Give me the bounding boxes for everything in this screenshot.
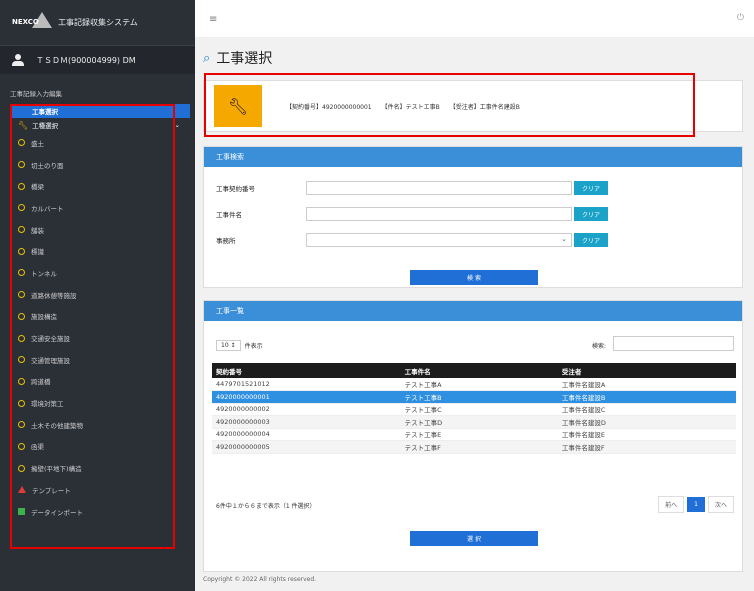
table-row[interactable]: 4920000000005 テスト工事F 工事件名建設F <box>212 440 736 454</box>
app-title: 工事記録収集システム <box>58 18 138 27</box>
contract-no-row: 工事契約番号 クリア <box>216 181 608 195</box>
user-icon <box>12 54 26 66</box>
table-row[interactable]: 4479701521012 テスト工事A 工事件名建設A <box>212 378 736 391</box>
office-row: 事務所 ⌄ クリア <box>216 233 608 247</box>
main-content: ⌕ 工事選択 🔧︎ 【契約番号】4920000000001 【件名】テストエ事B… <box>195 38 754 591</box>
highlight-box-card <box>204 73 695 137</box>
cell-contract: 4479701521012 <box>212 378 401 391</box>
logo-text: NEXCO <box>12 17 39 26</box>
page-title-text: 工事選択 <box>216 51 273 67</box>
cell-contractor: 工事件名建設F <box>557 440 736 454</box>
sidebar: NEXCO 工事記録収集システム ＴＳＤＭ(900004999) DM 工事記録… <box>0 0 195 591</box>
sidebar-section-title: 工事記録入力編集 <box>10 90 62 98</box>
footer-copyright: Copyright © 2022 All rights reserved. <box>203 576 317 583</box>
column-header-contractor[interactable]: 受注者 <box>557 363 736 378</box>
page-button[interactable]: 1 <box>687 497 705 512</box>
cell-contractor: 工事件名建設D <box>557 415 736 429</box>
clear-contract-button[interactable]: クリア <box>574 181 608 195</box>
office-label: 事務所 <box>216 237 236 245</box>
project-name-label: 工事件名 <box>216 211 242 219</box>
page-length-label: 件表示 <box>244 343 263 350</box>
table-row-selected[interactable]: 4920000000001 テスト工事B 工事件名建設B <box>212 390 736 404</box>
highlight-box-sidebar <box>10 104 175 549</box>
search-panel: 工事検索 工事契約番号 クリア 工事件名 クリア 事務所 ⌄ クリア 検 索 <box>203 146 743 288</box>
search-icon: ⌕ <box>203 50 211 66</box>
next-page-button[interactable]: 次へ <box>707 496 734 513</box>
hamburger-icon[interactable]: ≡ <box>209 14 217 25</box>
page-length-control: 10 ↕ 件表示 <box>216 340 263 351</box>
prev-page-button[interactable]: 前へ <box>658 496 685 513</box>
column-header-name[interactable]: 工事件名 <box>400 363 558 378</box>
column-header-contract[interactable]: 契約番号 <box>212 363 401 378</box>
user-bar[interactable]: ＴＳＤＭ(900004999) DM <box>0 46 195 74</box>
cell-contract: 4920000000002 <box>212 403 401 416</box>
cell-name: テスト工事B <box>400 390 558 404</box>
power-icon[interactable]: ⏻ <box>737 13 744 23</box>
list-panel-header: 工事一覧 <box>204 301 742 321</box>
user-name: ＴＳＤＭ(900004999) DM <box>36 55 136 65</box>
cell-name: テスト工事E <box>400 428 558 441</box>
page-title: ⌕ 工事選択 <box>203 48 272 68</box>
cell-contractor: 工事件名建設C <box>557 403 736 416</box>
table-row[interactable]: 4920000000004 テスト工事E 工事件名建設E <box>212 428 736 441</box>
nexco-logo: NEXCO <box>12 11 52 34</box>
cell-name: テスト工事C <box>400 403 558 416</box>
chevron-down-icon: ⌄ <box>174 121 180 129</box>
project-name-row: 工事件名 クリア <box>216 207 608 221</box>
cell-contractor: 工事件名建設B <box>557 390 736 404</box>
cell-contract: 4920000000001 <box>212 390 401 404</box>
search-panel-header: 工事検索 <box>204 147 742 167</box>
cell-contractor: 工事件名建設E <box>557 428 736 441</box>
cell-name: テスト工事A <box>400 378 558 391</box>
cell-contract: 4920000000003 <box>212 415 401 429</box>
table-info: 6件中１から６まで表示（1 件選択） <box>216 503 316 510</box>
project-table: 契約番号 工事件名 受注者 4479701521012 テスト工事A 工事件名建設A… <box>212 363 736 454</box>
table-header-row: 契約番号 工事件名 受注者 <box>212 363 736 378</box>
cell-name: テスト工事F <box>400 440 558 454</box>
select-button[interactable]: 選 択 <box>410 531 538 546</box>
top-bar: ≡ ⏻ <box>195 0 754 38</box>
cell-contract: 4920000000005 <box>212 440 401 454</box>
list-panel: 工事一覧 10 ↕ 件表示 検索: 契約番号 工事件名 受注者 44797015… <box>203 300 743 572</box>
cell-contractor: 工事件名建設A <box>557 378 736 391</box>
cell-name: テスト工事D <box>400 415 558 429</box>
contract-no-input[interactable] <box>306 181 572 195</box>
clear-name-button[interactable]: クリア <box>574 207 608 221</box>
pagination: 前へ 1 次へ <box>658 496 734 513</box>
clear-office-button[interactable]: クリア <box>574 233 608 247</box>
cell-contract: 4920000000004 <box>212 428 401 441</box>
contract-no-label: 工事契約番号 <box>216 185 255 193</box>
table-row[interactable]: 4920000000003 テスト工事D 工事件名建設D <box>212 415 736 429</box>
table-row[interactable]: 4920000000002 テスト工事C 工事件名建設C <box>212 403 736 416</box>
logo-bar: NEXCO 工事記録収集システム <box>0 0 195 46</box>
search-button[interactable]: 検 索 <box>410 270 538 285</box>
page-length-select[interactable]: 10 ↕ <box>216 340 241 351</box>
table-search-label: 検索: <box>592 343 607 350</box>
table-search-input[interactable] <box>613 336 734 351</box>
chevron-down-icon: ⌄ <box>561 235 567 243</box>
project-name-input[interactable] <box>306 207 572 221</box>
office-select[interactable]: ⌄ <box>306 233 572 247</box>
